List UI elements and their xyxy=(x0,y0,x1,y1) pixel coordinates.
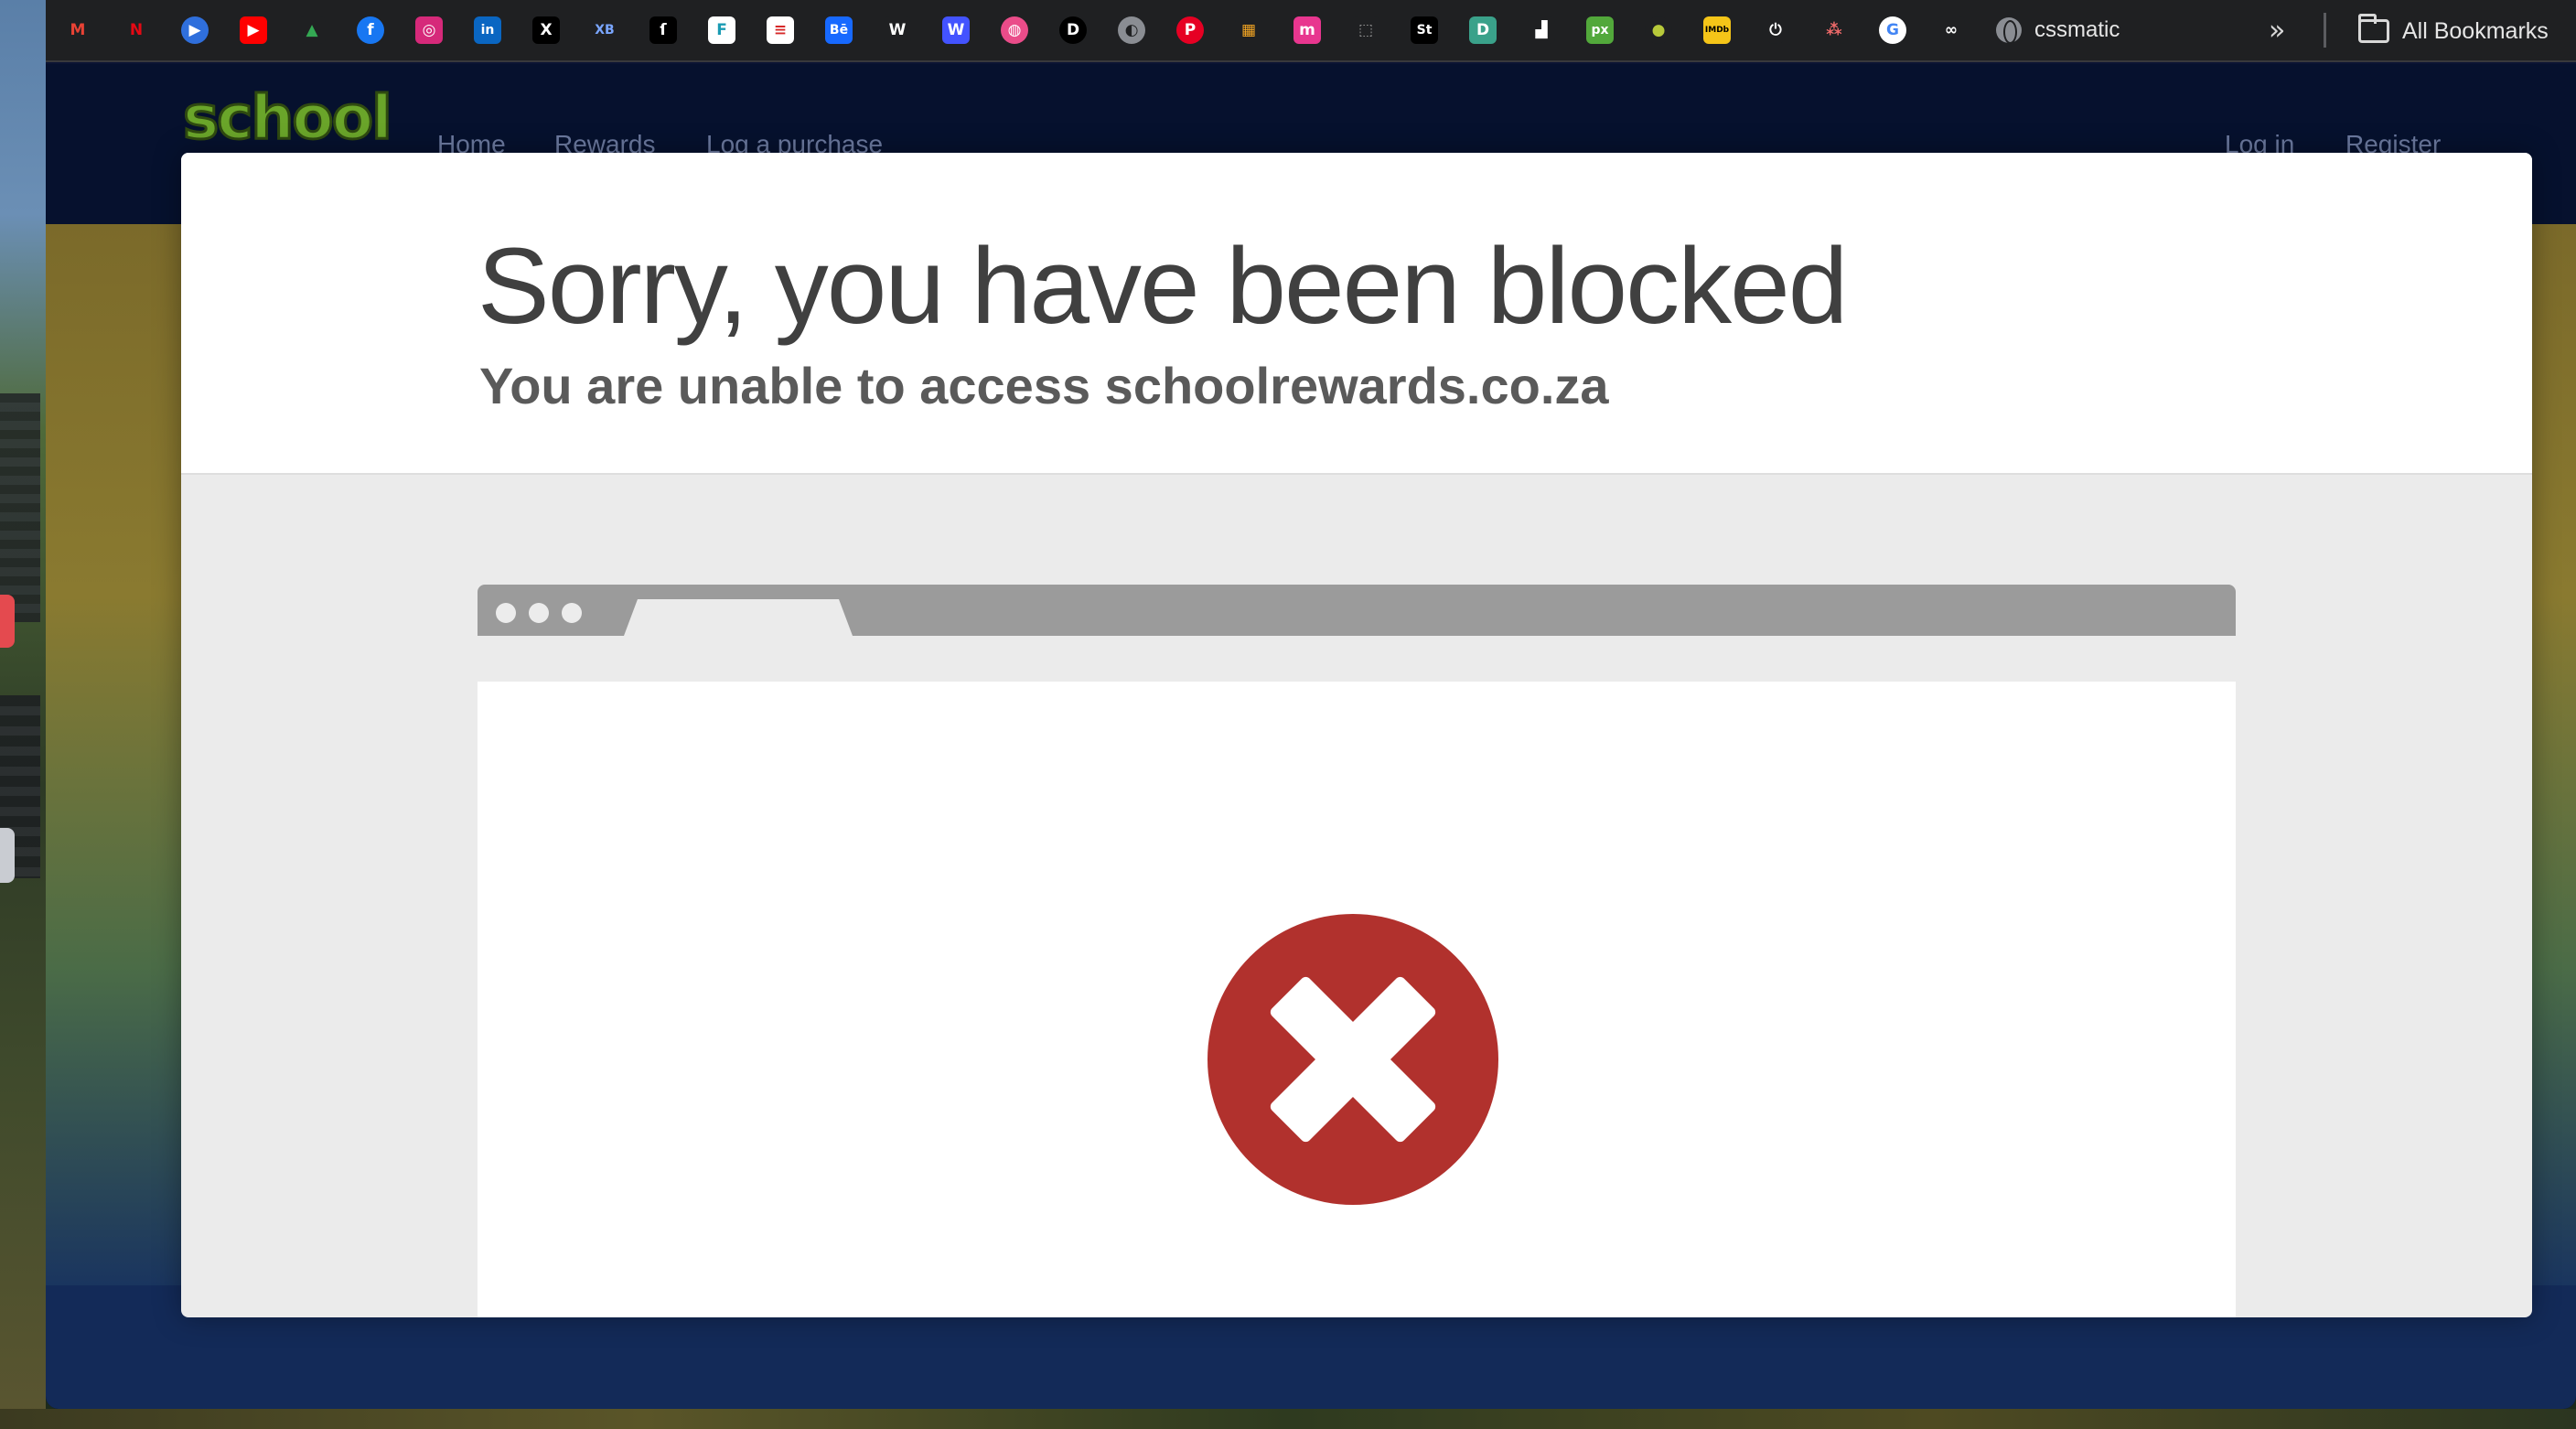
bookmarks-divider xyxy=(2324,13,2326,48)
unsplash-icon[interactable]: ▟ xyxy=(1528,16,1555,44)
store-icon[interactable]: ▦ xyxy=(1235,16,1262,44)
google-icon[interactable]: G xyxy=(1879,16,1906,44)
xb-icon[interactable]: XB xyxy=(591,16,618,44)
w-black-icon[interactable]: W xyxy=(884,16,911,44)
play-icon[interactable]: ▶ xyxy=(181,16,209,44)
youtube-icon[interactable]: ▶ xyxy=(240,16,267,44)
behance-icon[interactable]: Bē xyxy=(825,16,853,44)
green-d-icon[interactable]: D xyxy=(1469,16,1497,44)
desktop-window-strip xyxy=(0,393,40,622)
facebook-icon[interactable]: f xyxy=(357,16,384,44)
f-icon[interactable]: F xyxy=(708,16,735,44)
power-icon[interactable]: ⏻ xyxy=(1762,16,1789,44)
m-icon[interactable]: m xyxy=(1293,16,1321,44)
x-icon[interactable]: X xyxy=(532,16,560,44)
bookmark-icons: M N ▶ ▶ ▲ f ◎ in X XB ſ F ≡ Bē W W ◍ D ◐ P ▦ m ⬚ St D ▟ px ● IMDb ⏻ ⁂ G… xyxy=(64,16,1996,44)
browser-illustration-bar xyxy=(478,585,2236,636)
blocked-header: Sorry, you have been blocked You are una… xyxy=(181,153,2532,475)
all-bookmarks-button[interactable]: All Bookmarks xyxy=(2358,11,2549,51)
desktop-background xyxy=(0,0,46,1429)
bookmarks-bar: M N ▶ ▶ ▲ f ◎ in X XB ſ F ≡ Bē W W ◍ D ◐ P ▦ m ⬚ St D ▟ px ● IMDb ⏻ ⁂ G… xyxy=(46,0,2576,62)
infinity-icon[interactable]: ∞ xyxy=(1937,16,1965,44)
bookmark-label: cssmatic xyxy=(2034,17,2120,42)
blocked-subtitle: You are unable to access schoolrewards.c… xyxy=(479,357,1609,414)
window-dot-icon xyxy=(529,603,549,623)
blocked-dialog: Sorry, you have been blocked You are una… xyxy=(181,153,2532,1317)
desktop-handle[interactable] xyxy=(0,828,15,883)
px-icon[interactable]: px xyxy=(1586,16,1614,44)
asana-icon[interactable]: ⁂ xyxy=(1820,16,1848,44)
window-dot-icon xyxy=(562,603,582,623)
pinterest-icon[interactable]: P xyxy=(1176,16,1204,44)
script-icon[interactable]: ſ xyxy=(649,16,677,44)
flag-icon[interactable]: ≡ xyxy=(767,16,794,44)
browser-illustration-tab xyxy=(624,599,853,636)
d-icon[interactable]: D xyxy=(1059,16,1087,44)
more-bookmarks-chevron-icon[interactable]: » xyxy=(2269,15,2285,47)
tennis-icon[interactable]: ● xyxy=(1645,16,1672,44)
blocked-title: Sorry, you have been blocked xyxy=(478,226,1848,347)
gmail-icon[interactable]: M xyxy=(64,16,91,44)
netflix-icon[interactable]: N xyxy=(123,16,150,44)
drive-icon[interactable]: ▲ xyxy=(298,16,326,44)
st-icon[interactable]: St xyxy=(1411,16,1438,44)
globe-icon[interactable]: ◐ xyxy=(1118,16,1145,44)
instagram-icon[interactable]: ◎ xyxy=(415,16,443,44)
desktop-background-bottom xyxy=(0,1409,2576,1429)
site-logo[interactable]: school xyxy=(182,81,394,155)
desktop-app-tab[interactable] xyxy=(0,595,15,648)
dribbble-icon[interactable]: ◍ xyxy=(1001,16,1028,44)
folder-icon xyxy=(2358,14,2389,43)
webflow-icon[interactable]: W xyxy=(942,16,970,44)
imdb-icon[interactable]: IMDb xyxy=(1703,16,1731,44)
error-x-icon xyxy=(1208,914,1498,1205)
globe-icon xyxy=(1996,17,2022,44)
dotted-square-icon[interactable]: ⬚ xyxy=(1352,16,1379,44)
linkedin-icon[interactable]: in xyxy=(474,16,501,44)
browser-window: M N ▶ ▶ ▲ f ◎ in X XB ſ F ≡ Bē W W ◍ D ◐ P ▦ m ⬚ St D ▟ px ● IMDb ⏻ ⁂ G… xyxy=(46,0,2576,1409)
window-dot-icon xyxy=(496,603,516,623)
bookmark-cssmatic[interactable]: cssmatic xyxy=(1996,17,2120,44)
all-bookmarks-label: All Bookmarks xyxy=(2402,17,2549,44)
